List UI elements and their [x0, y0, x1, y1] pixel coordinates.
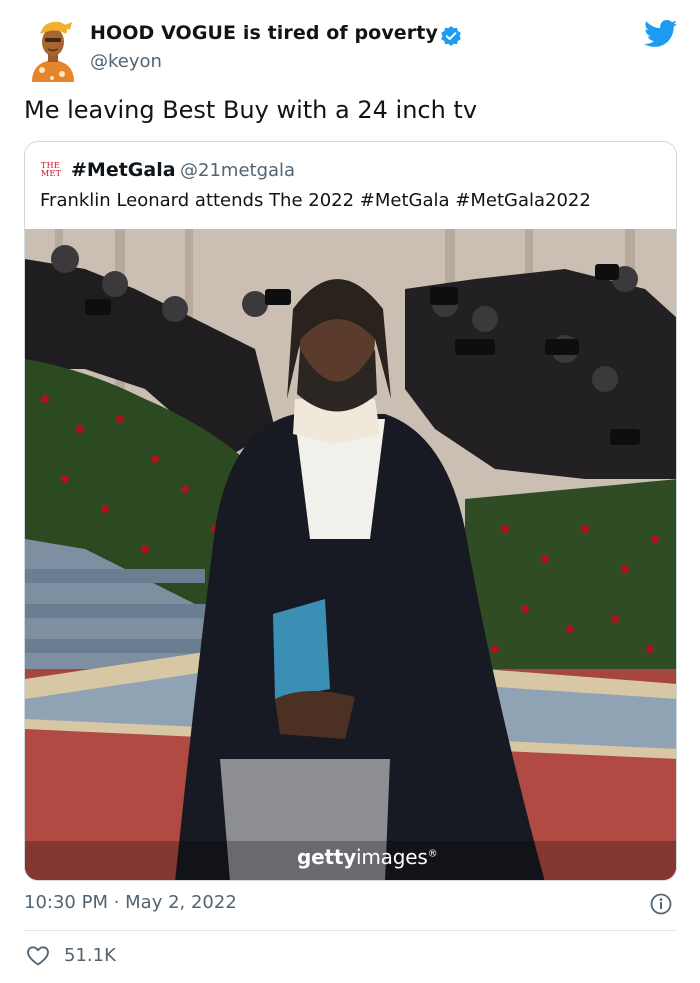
info-icon[interactable]	[650, 893, 672, 915]
like-count[interactable]: 51.1K	[64, 945, 116, 966]
quoted-tweet[interactable]: THE MET #MetGala @21metgala Franklin Leo…	[24, 141, 677, 881]
author-handle[interactable]: @keyon	[90, 51, 162, 72]
quote-display-name[interactable]: #MetGala	[71, 159, 176, 181]
quote-handle[interactable]: @21metgala	[180, 160, 295, 181]
cartoon-avatar-icon	[32, 21, 74, 82]
getty-watermark: gettyimages®	[297, 845, 438, 869]
author-display-name[interactable]: HOOD VOGUE is tired of poverty	[90, 22, 438, 44]
met-logo-icon: THE MET	[41, 161, 62, 178]
tweet-text: Me leaving Best Buy with a 24 inch tv	[24, 96, 478, 124]
quote-photo[interactable]: gettyimages®	[25, 229, 676, 880]
quote-text: Franklin Leonard attends The 2022 #MetGa…	[40, 190, 591, 211]
verified-badge-icon	[440, 25, 462, 47]
tweet-timestamp[interactable]: 10:30 PM · May 2, 2022	[24, 892, 237, 913]
twitter-bird-icon[interactable]	[644, 20, 678, 48]
photo-illustration	[25, 229, 676, 880]
tweet-card: HOOD VOGUE is tired of poverty @keyon Me…	[0, 0, 700, 983]
divider	[24, 930, 677, 931]
author-avatar[interactable]	[26, 18, 80, 82]
heart-icon[interactable]	[26, 944, 50, 968]
